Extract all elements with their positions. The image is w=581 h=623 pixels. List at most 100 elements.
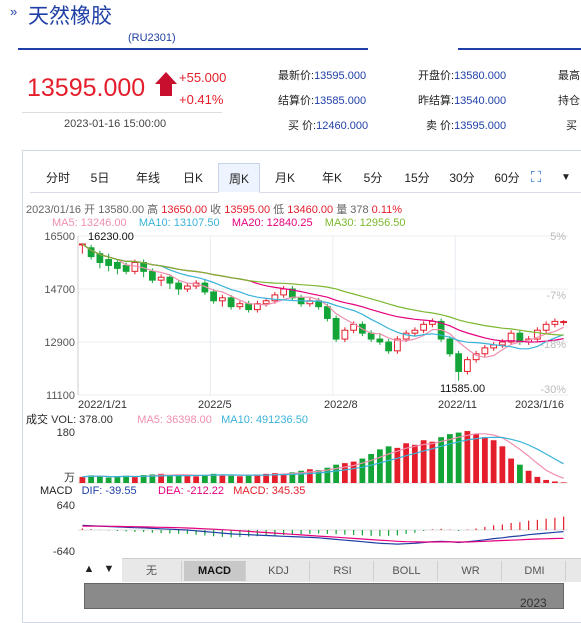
candle-body [245, 303, 253, 311]
indicator-boll[interactable]: BOLL [376, 561, 438, 581]
prev-arrow-icon[interactable]: ▲ [80, 560, 98, 578]
candle-body [542, 323, 550, 331]
macd-panel: 640 -640 [53, 500, 568, 558]
volume-bar [438, 437, 445, 483]
volume-bar [481, 437, 488, 483]
volume-bar [315, 470, 322, 483]
candle-body [385, 341, 393, 352]
volume-bar [114, 476, 121, 483]
candle-body [166, 276, 174, 284]
price-tick: 16500 [44, 231, 75, 243]
macd-tick-bottom: -640 [53, 546, 75, 558]
candle-body [218, 297, 226, 302]
volume-bar [473, 434, 480, 483]
price-tick: 14700 [44, 284, 75, 296]
indicator-wr[interactable]: WR [440, 561, 502, 581]
price-tick: 12900 [44, 337, 75, 349]
range-slider[interactable] [84, 583, 564, 609]
volume-bar [245, 475, 252, 483]
vol-legend: 成交 VOL: 378.00 MA5: 36398.00 MA10: 49123… [26, 411, 308, 427]
macd-dif: DIF: -39.55 [81, 485, 137, 497]
volume-bar [525, 470, 532, 483]
volume-bar [560, 482, 567, 483]
volume-bar [420, 440, 427, 483]
volume-bar [394, 447, 401, 483]
indicator-none[interactable]: 无 [122, 561, 182, 581]
indicator-macd[interactable]: MACD [184, 561, 246, 581]
candle-body [122, 264, 130, 272]
indicator-rsi[interactable]: RSI [312, 561, 374, 581]
volume-bar [368, 453, 375, 483]
volume-bar [105, 477, 112, 483]
candle-body [183, 285, 191, 290]
macd-dea: DEA: -212.22 [158, 485, 225, 497]
low-annotation: 11585.00 [440, 383, 485, 395]
volume-bar [385, 446, 392, 483]
candle-body [376, 338, 384, 343]
indicator-dmi[interactable]: DMI [504, 561, 566, 581]
candle-body [411, 329, 419, 334]
volume-bar [446, 434, 453, 483]
volume-bar [534, 476, 541, 483]
date-tick: 2022/5 [198, 399, 232, 411]
price-tick: 11100 [46, 390, 75, 402]
volume-bar [166, 475, 173, 483]
vol-unit: 万 [64, 472, 75, 484]
candle-body [113, 262, 121, 269]
volume-bar [516, 464, 523, 483]
candle-body [157, 276, 165, 281]
volume-bar [464, 431, 471, 483]
candle-body [148, 270, 156, 281]
candle-body [227, 297, 235, 308]
volume-bar [131, 476, 138, 483]
volume-bar [193, 476, 200, 483]
pct-tick: -30% [540, 384, 566, 396]
high-annotation: 16230.00 [88, 231, 134, 243]
candle-body [551, 320, 559, 325]
volume-bars: 180 万 [57, 427, 568, 484]
candle-body [323, 306, 331, 319]
candle-body [560, 321, 568, 324]
axis-labels: 16500 14700 12900 11100 5% -7% -18% -30% 16230.0… [44, 231, 566, 411]
candle-body [280, 288, 288, 296]
ma20-line [82, 243, 564, 343]
pct-tick: -7% [546, 290, 566, 302]
volume-bar [236, 476, 243, 483]
candle-body [455, 353, 463, 372]
volume-bar [184, 475, 191, 483]
volume-bar [201, 475, 208, 483]
volume-bar [499, 446, 506, 483]
candle-body [175, 282, 183, 290]
chart-grid [77, 235, 568, 396]
volume-bar [551, 481, 558, 483]
volume-bar [490, 440, 497, 483]
vol-tick-top: 180 [57, 427, 75, 439]
candle-body [236, 303, 244, 308]
pct-tick: 5% [550, 231, 566, 243]
candle-body [210, 291, 218, 302]
candle-body [481, 347, 489, 355]
indicator-tabs: 无 MACD KDJ RSI BOLL WR DMI [122, 558, 581, 582]
candle-body [420, 323, 428, 331]
next-arrow-icon[interactable]: ▼ [100, 560, 118, 578]
range-year: 2023 [520, 596, 547, 610]
vol-title: 成交 [26, 414, 48, 426]
vol-value: VOL: 378.00 [51, 414, 113, 426]
pct-tick: -18% [540, 339, 566, 351]
candle-body [332, 317, 340, 340]
volume-bar [228, 475, 235, 483]
date-tick: 2022/11 [438, 399, 477, 411]
date-tick: 2022/8 [324, 399, 358, 411]
volume-bar [411, 444, 418, 483]
volume-bar [219, 474, 226, 483]
volume-bar [543, 479, 550, 483]
indicator-kdj[interactable]: KDJ [248, 561, 310, 581]
macd-tick-top: 640 [57, 500, 75, 512]
macd-legend: MACD DIF: -39.55 DEA: -212.22 MACD: 345.… [40, 485, 305, 497]
ma30-line [82, 243, 564, 336]
kline-chart[interactable]: 16500 14700 12900 11100 5% -7% -18% -30% 16230.0… [0, 0, 581, 623]
volume-bar [455, 432, 462, 483]
date-tick: 2022/1/21 [78, 399, 127, 411]
date-tick: 2023/1/16 [515, 399, 564, 411]
volume-bar [333, 464, 340, 483]
